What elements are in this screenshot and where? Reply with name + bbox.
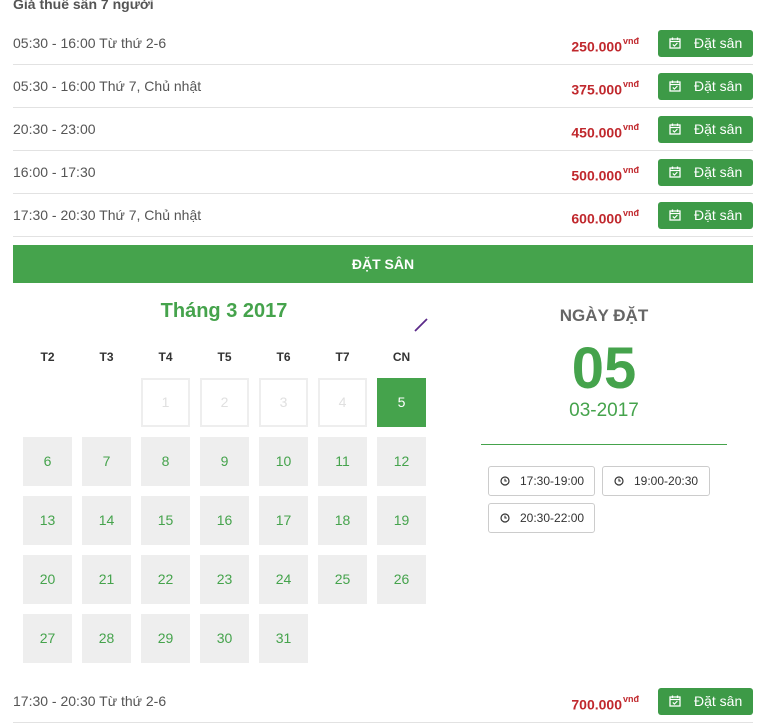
- calendar-check-icon: [669, 80, 681, 92]
- price-time: 17:30 - 20:30 Thứ 7, Chủ nhật: [13, 207, 202, 223]
- book-button[interactable]: Đặt sân: [658, 202, 753, 229]
- clock-icon: [500, 476, 510, 486]
- price-value: 250.000vnđ: [571, 36, 639, 55]
- price-time: 16:00 - 17:30: [13, 164, 96, 180]
- calendar-day[interactable]: 6: [23, 437, 72, 486]
- weekday-header: CN: [392, 350, 411, 364]
- calendar-day[interactable]: 9: [200, 437, 249, 486]
- price-value: 500.000vnđ: [571, 165, 639, 184]
- calendar-day[interactable]: 26: [377, 555, 426, 604]
- calendar-day[interactable]: 30: [200, 614, 249, 663]
- weekday-header: T2: [40, 350, 55, 364]
- calendar-check-icon: [669, 695, 681, 707]
- price-row: 17:30 - 20:30 Từ thứ 2-6 700.000vnđ Đặt …: [13, 680, 753, 723]
- calendar-month-title: Tháng 3 2017: [160, 300, 288, 322]
- price-row: 17:30 - 20:30 Thứ 7, Chủ nhật 600.000vnđ…: [13, 194, 753, 237]
- calendar-day[interactable]: 11: [318, 437, 367, 486]
- calendar-day[interactable]: 10: [259, 437, 308, 486]
- selected-date-label: NGÀY ĐẶT: [559, 306, 649, 325]
- time-slot-button[interactable]: 20:30-22:00: [488, 503, 595, 533]
- calendar-day[interactable]: 31: [259, 614, 308, 663]
- calendar-day-disabled: 3: [259, 378, 308, 427]
- calendar-day[interactable]: 12: [377, 437, 426, 486]
- calendar-check-icon: [669, 166, 681, 178]
- calendar-check-icon: [669, 37, 681, 49]
- price-value: 600.000vnđ: [571, 208, 639, 227]
- calendar-day[interactable]: 25: [318, 555, 367, 604]
- calendar-check-icon: [669, 123, 681, 135]
- next-month-icon[interactable]: [411, 315, 431, 335]
- calendar-day-disabled: 4: [318, 378, 367, 427]
- time-slot-button[interactable]: 19:00-20:30: [602, 466, 710, 496]
- price-time: 05:30 - 16:00 Từ thứ 2-6: [13, 35, 167, 51]
- price-row: 05:30 - 16:00 Từ thứ 2-6 250.000vnđ Đặt …: [13, 22, 753, 65]
- calendar-day[interactable]: 27: [23, 614, 72, 663]
- calendar-day[interactable]: 24: [259, 555, 308, 604]
- weekday-header: T7: [335, 350, 350, 364]
- price-value: 700.000vnđ: [571, 694, 639, 713]
- calendar-day[interactable]: 17: [259, 496, 308, 545]
- weekday-header: T3: [99, 350, 114, 364]
- calendar-day[interactable]: 29: [141, 614, 190, 663]
- price-value: 450.000vnđ: [571, 122, 639, 141]
- calendar-day[interactable]: 23: [200, 555, 249, 604]
- selected-month-year: 03-2017: [569, 400, 639, 421]
- clock-icon: [614, 476, 624, 486]
- book-button[interactable]: Đặt sân: [658, 159, 753, 186]
- price-time: 17:30 - 20:30 Từ thứ 2-6: [13, 693, 167, 709]
- clock-icon: [500, 513, 510, 523]
- book-button[interactable]: Đặt sân: [658, 73, 753, 100]
- price-row: 05:30 - 16:00 Thứ 7, Chủ nhật 375.000vnđ…: [13, 65, 753, 108]
- calendar-day[interactable]: 8: [141, 437, 190, 486]
- calendar-day-disabled: 2: [200, 378, 249, 427]
- calendar-day-selected[interactable]: 5: [377, 378, 426, 427]
- booking-bar[interactable]: ĐẶT SÂN: [13, 245, 753, 283]
- price-row: 20:30 - 23:00 450.000vnđ Đặt sân: [13, 108, 753, 151]
- book-button[interactable]: Đặt sân: [658, 116, 753, 143]
- calendar-day-disabled: 1: [141, 378, 190, 427]
- calendar-day[interactable]: 15: [141, 496, 190, 545]
- price-time: 05:30 - 16:00 Thứ 7, Chủ nhật: [13, 78, 202, 94]
- price-row: 16:00 - 17:30 500.000vnđ Đặt sân: [13, 151, 753, 194]
- section-title: Giá thuê sân 7 người: [13, 0, 154, 12]
- calendar-day[interactable]: 7: [82, 437, 131, 486]
- calendar-day[interactable]: 18: [318, 496, 367, 545]
- divider: [481, 444, 727, 445]
- calendar-day[interactable]: 21: [82, 555, 131, 604]
- book-button[interactable]: Đặt sân: [658, 30, 753, 57]
- price-value: 375.000vnđ: [571, 79, 639, 98]
- book-button[interactable]: Đặt sân: [658, 688, 753, 715]
- calendar-day[interactable]: 28: [82, 614, 131, 663]
- calendar-day[interactable]: 13: [23, 496, 72, 545]
- time-slot-button[interactable]: 17:30-19:00: [488, 466, 595, 496]
- price-time: 20:30 - 23:00: [13, 121, 96, 137]
- calendar-day[interactable]: 19: [377, 496, 426, 545]
- calendar-day[interactable]: 20: [23, 555, 72, 604]
- calendar-day[interactable]: 14: [82, 496, 131, 545]
- calendar-check-icon: [669, 209, 681, 221]
- weekday-header: T4: [158, 350, 173, 364]
- weekday-header: T6: [276, 350, 291, 364]
- calendar-day[interactable]: 22: [141, 555, 190, 604]
- calendar-day[interactable]: 16: [200, 496, 249, 545]
- selected-day-number: 05: [571, 336, 637, 401]
- weekday-header: T5: [217, 350, 232, 364]
